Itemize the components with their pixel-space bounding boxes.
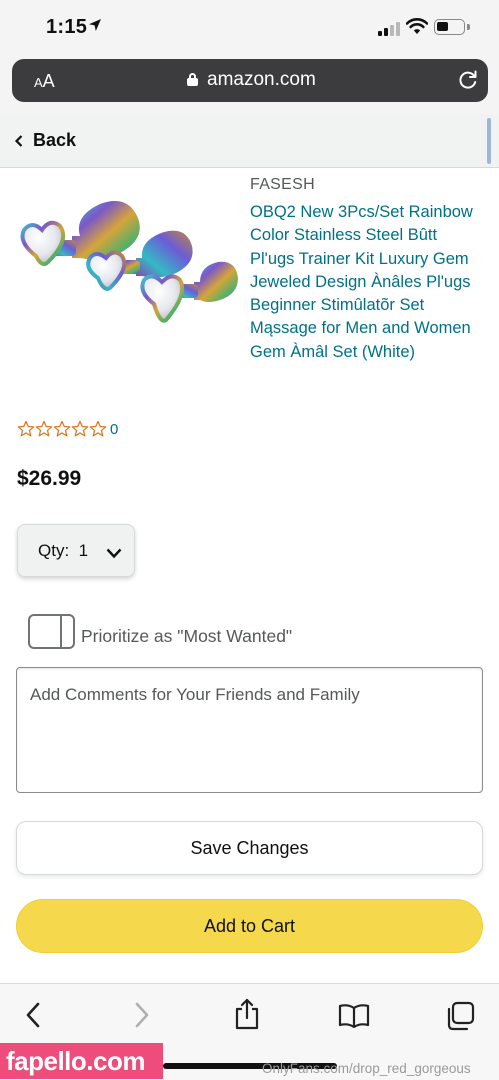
location-arrow-icon <box>88 18 102 36</box>
tabs-icon[interactable] <box>445 1001 475 1036</box>
back-link[interactable]: Back <box>33 130 76 151</box>
battery-cap <box>467 24 470 30</box>
cellular-signal-icon <box>378 20 402 36</box>
status-bar: 1:15 <box>0 0 499 54</box>
chevron-down-icon <box>106 546 122 564</box>
star-rating[interactable] <box>17 419 107 439</box>
status-time: 1:15 <box>46 16 88 38</box>
reload-icon[interactable] <box>457 69 479 96</box>
star-empty-icon <box>89 420 107 437</box>
quantity-dropdown[interactable]: Qty: 1 <box>17 524 135 577</box>
chevron-left-icon[interactable] <box>14 134 24 153</box>
share-icon[interactable] <box>234 998 260 1035</box>
url-text[interactable]: amazon.com <box>207 69 316 91</box>
browser-address-area: AA amazon.com <box>0 54 499 114</box>
prioritize-toggle[interactable] <box>28 614 75 649</box>
bookmarks-icon[interactable] <box>338 1003 370 1034</box>
scroll-indicator <box>487 118 491 164</box>
rating-count[interactable]: 0 <box>110 421 118 438</box>
product-image[interactable] <box>14 196 240 346</box>
wifi-icon <box>405 17 429 40</box>
browser-back-icon[interactable] <box>24 1001 42 1034</box>
star-empty-icon <box>17 420 35 437</box>
star-empty-icon <box>53 420 71 437</box>
quantity-label: Qty: 1 <box>38 541 89 560</box>
back-header: Back <box>0 114 499 168</box>
prioritize-label[interactable]: Prioritize as "Most Wanted" <box>81 626 292 647</box>
lock-icon <box>187 73 198 86</box>
product-price: $26.99 <box>17 467 82 490</box>
star-empty-icon <box>35 420 53 437</box>
star-empty-icon <box>71 420 89 437</box>
text-size-button[interactable]: AA <box>34 71 55 92</box>
add-to-cart-button[interactable]: Add to Cart <box>16 899 483 953</box>
product-title[interactable]: OBQ2 New 3Pcs/Set Rainbow Color Stainles… <box>250 201 486 364</box>
address-bar[interactable]: AA amazon.com <box>12 59 488 102</box>
watermark-text: fapello.com <box>6 1046 145 1076</box>
battery-icon <box>434 19 465 35</box>
comments-field[interactable] <box>16 667 483 793</box>
product-brand: FASESH <box>250 176 315 193</box>
browser-forward-icon[interactable] <box>133 1001 151 1034</box>
credit-watermark: OnlyFans.com/drop_red_gorgeous <box>262 1061 471 1076</box>
save-changes-button[interactable]: Save Changes <box>16 821 483 875</box>
watermark-logo: fapello.com <box>0 1043 163 1079</box>
